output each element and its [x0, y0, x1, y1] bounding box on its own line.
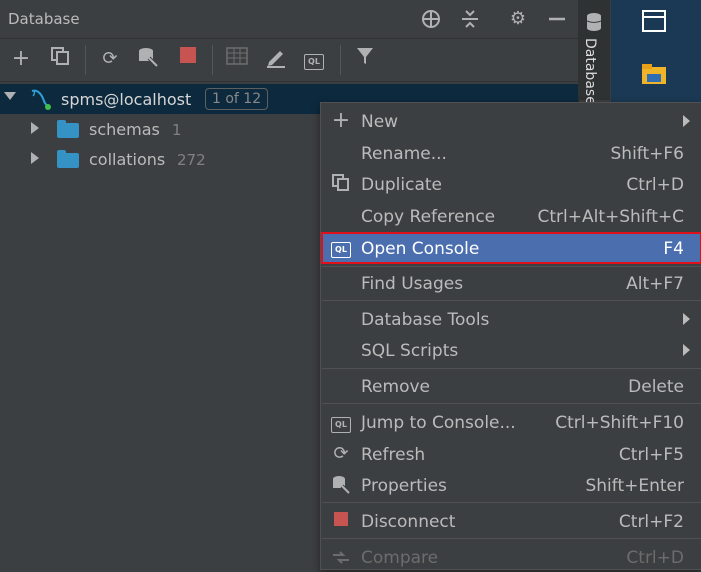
window-icon[interactable] — [641, 8, 667, 38]
collapse-all-icon[interactable] — [459, 8, 481, 30]
panel-title: Database — [8, 10, 80, 28]
submenu-arrow-icon — [683, 344, 690, 356]
expand-arrow-icon[interactable] — [31, 152, 39, 164]
edit-icon[interactable] — [263, 46, 289, 72]
menu-item-jump-to-console[interactable]: QL Jump to Console... Ctrl+Shift+F10 — [321, 407, 701, 437]
connection-label[interactable]: spms@localhost — [61, 90, 191, 109]
duplicate-icon — [330, 174, 352, 194]
database-tab-label[interactable]: Database — [582, 38, 598, 105]
toolbar-separator — [340, 45, 341, 75]
submenu-arrow-icon — [683, 115, 690, 127]
stop-icon — [330, 511, 352, 531]
menu-separator — [322, 266, 701, 267]
refresh-icon[interactable]: ⟳ — [97, 46, 123, 72]
crosshair-icon[interactable] — [420, 8, 442, 30]
menu-item-database-tools[interactable]: Database Tools — [321, 304, 701, 334]
toolbar-separator — [212, 45, 213, 75]
gear-icon[interactable]: ⚙ — [507, 8, 529, 30]
menu-separator — [322, 300, 701, 301]
menu-item-rename[interactable]: Rename... Shift+F6 — [321, 138, 701, 168]
duplicate-icon[interactable] — [47, 46, 73, 72]
console-icon: QL — [330, 412, 352, 433]
menu-item-open-console[interactable]: QL Open Console F4 — [321, 232, 701, 264]
menu-item-disconnect[interactable]: Disconnect Ctrl+F2 — [321, 506, 701, 536]
console-icon[interactable]: QL — [301, 46, 327, 72]
panel-header — [0, 0, 578, 39]
tree-item-count: 1 — [172, 121, 182, 139]
tree-item-collations[interactable]: collations — [89, 150, 165, 169]
menu-separator — [322, 368, 701, 369]
add-icon[interactable]: + — [8, 46, 34, 72]
mysql-icon — [28, 87, 54, 115]
properties-icon — [330, 475, 352, 495]
refresh-icon: ⟳ — [333, 443, 349, 464]
toolbar-separator — [85, 45, 86, 75]
menu-item-refresh[interactable]: ⟳ Refresh Ctrl+F5 — [321, 439, 701, 469]
menu-item-remove[interactable]: Remove Delete — [321, 371, 701, 401]
tree-item-schemas[interactable]: schemas — [89, 120, 160, 139]
menu-item-copy-reference[interactable]: Copy Reference Ctrl+Alt+Shift+C — [321, 201, 701, 231]
minimize-icon[interactable] — [546, 8, 568, 30]
toolbar — [0, 39, 578, 82]
menu-item-new[interactable]: + New — [321, 106, 701, 136]
tree-item-count: 272 — [177, 151, 206, 169]
expand-arrow-icon[interactable] — [4, 92, 16, 100]
menu-item-sql-scripts[interactable]: SQL Scripts — [321, 335, 701, 365]
plus-icon: + — [331, 108, 351, 133]
submenu-arrow-icon — [683, 313, 690, 325]
table-icon[interactable] — [224, 46, 250, 72]
menu-item-duplicate[interactable]: Duplicate Ctrl+D — [321, 169, 701, 199]
expand-arrow-icon[interactable] — [31, 122, 39, 134]
database-icon — [585, 12, 603, 36]
db-properties-icon[interactable] — [135, 46, 161, 72]
filter-icon[interactable] — [352, 46, 378, 72]
folder-icon — [57, 150, 79, 168]
folder-icon — [57, 120, 79, 138]
context-menu: + New Rename... Shift+F6 Duplicate Ctrl+… — [320, 102, 701, 570]
menu-item-properties[interactable]: Properties Shift+Enter — [321, 470, 701, 500]
menu-item-find-usages[interactable]: Find Usages Alt+F7 — [321, 268, 701, 298]
stop-icon[interactable] — [175, 46, 201, 72]
menu-separator — [322, 403, 701, 404]
menu-separator — [322, 538, 701, 539]
menu-separator — [322, 502, 701, 503]
compare-icon — [330, 547, 352, 567]
console-icon: QL — [330, 237, 352, 258]
count-badge: 1 of 12 — [205, 88, 269, 110]
folder-shortcut-icon[interactable] — [641, 62, 667, 90]
